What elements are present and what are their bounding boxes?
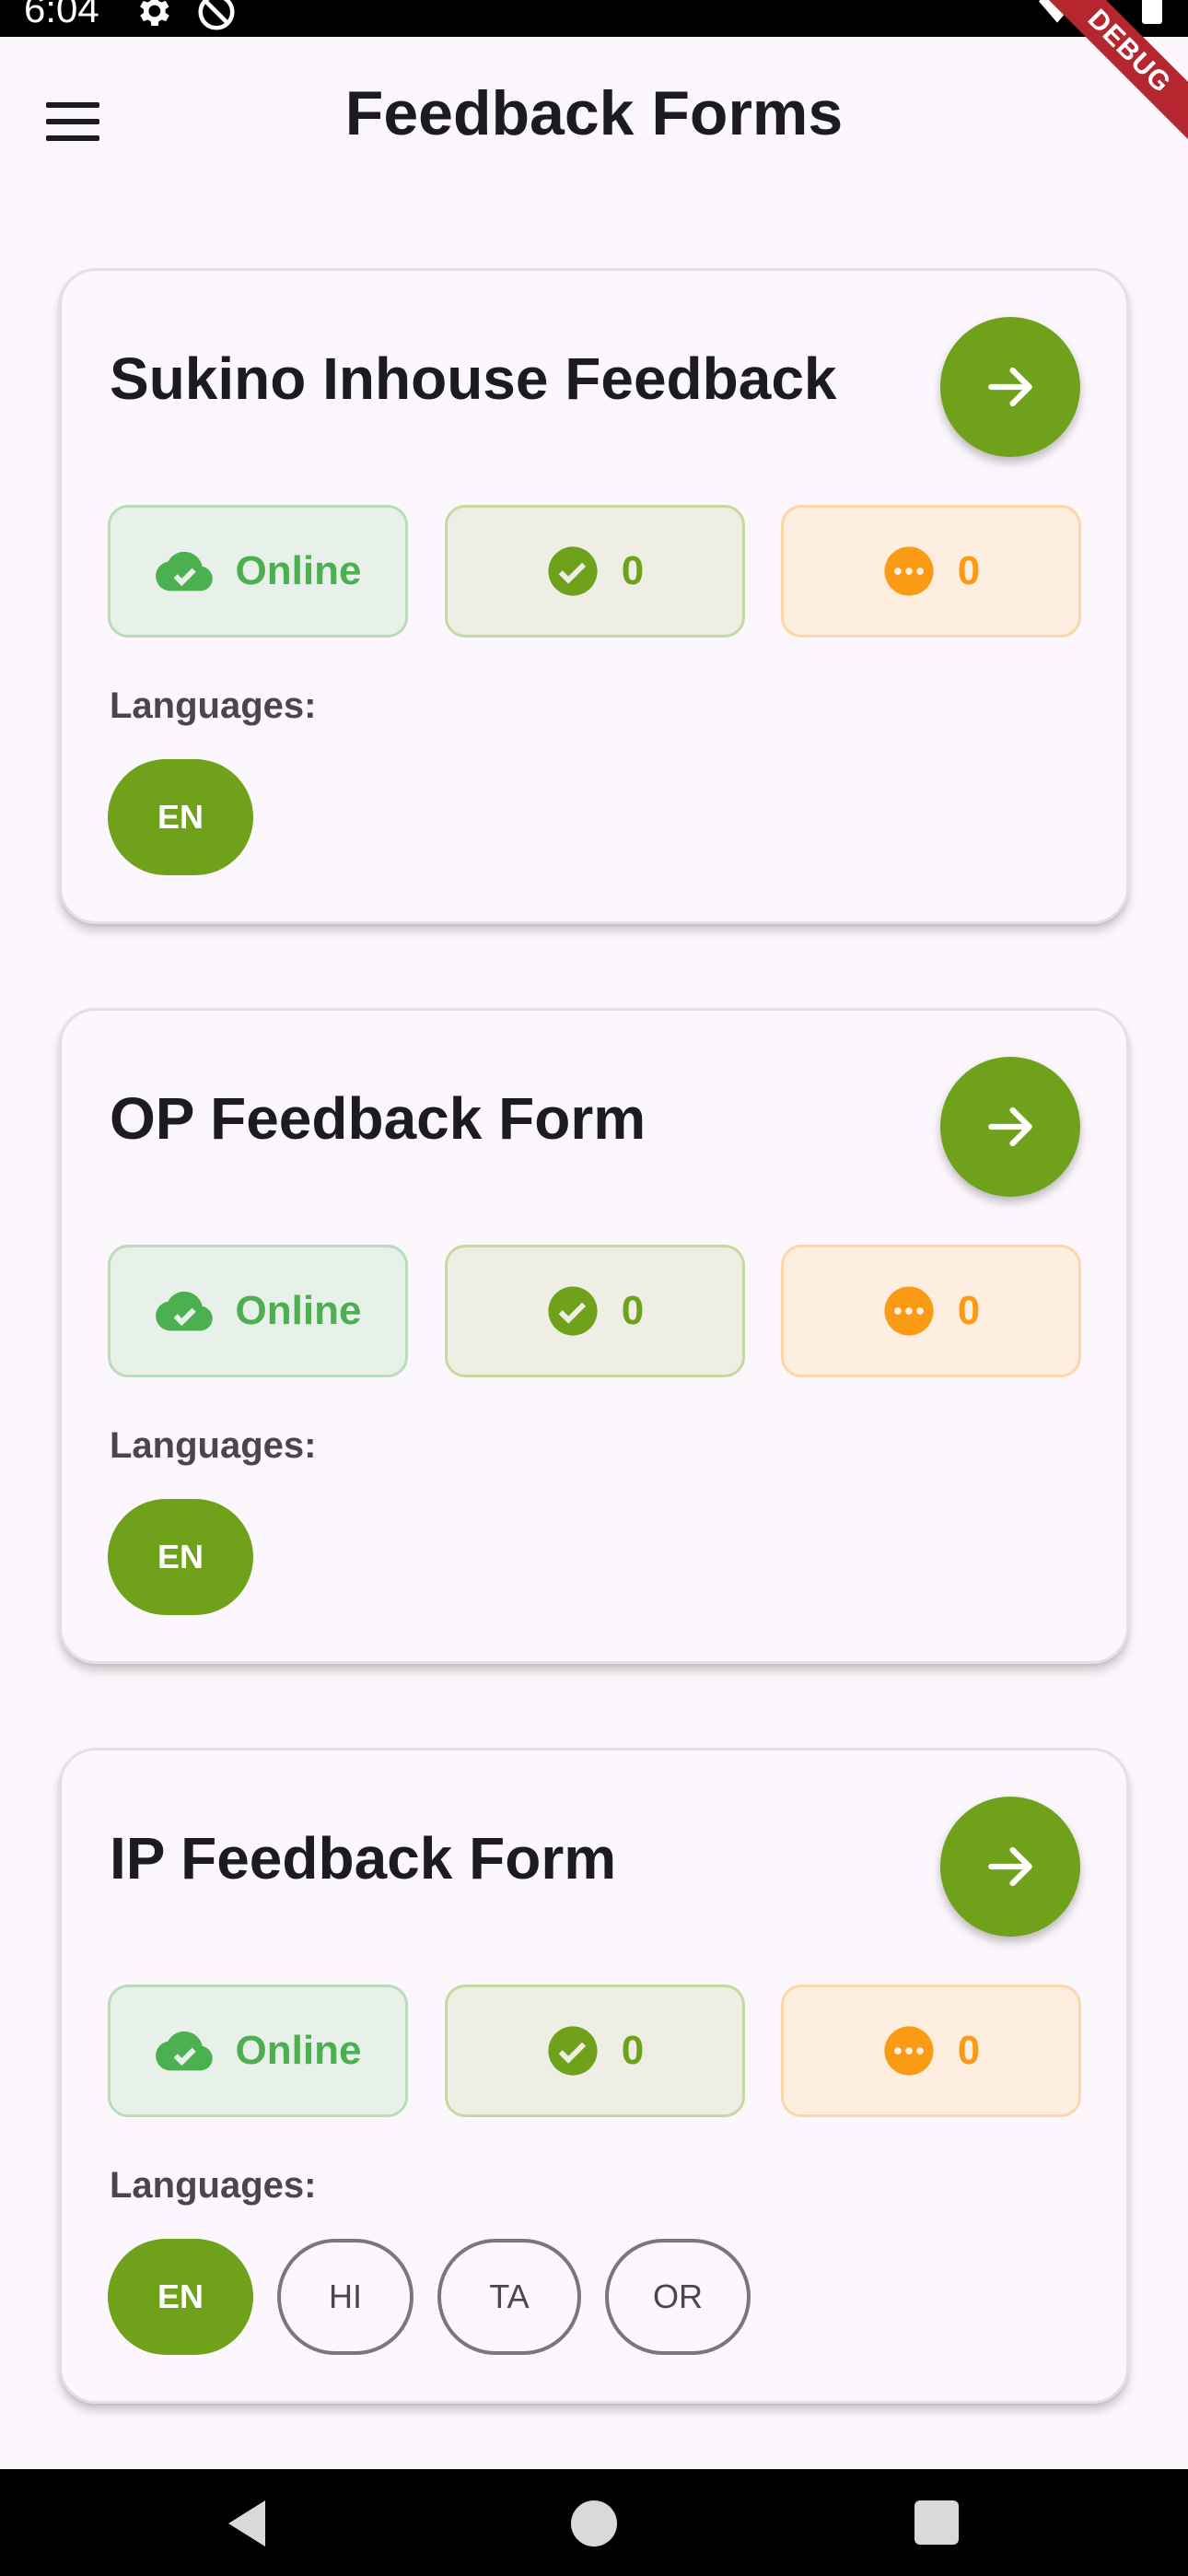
language-pill-en[interactable]: EN: [108, 2239, 253, 2355]
form-title: Sukino Inhouse Feedback: [110, 345, 837, 412]
arrow-right-icon: [988, 367, 1032, 407]
check-circle-icon: [548, 1286, 598, 1336]
arrow-right-icon: [988, 1107, 1032, 1147]
online-status-chip: Online: [108, 1985, 408, 2117]
languages-label: Languages:: [110, 685, 317, 726]
form-card-sukino-inhouse[interactable]: Sukino Inhouse Feedback Online 0 0 Langu…: [59, 268, 1129, 924]
gear-icon: [140, 0, 169, 26]
pending-count: 0: [957, 548, 981, 593]
online-status-chip: Online: [108, 1245, 408, 1377]
battery-icon: [1142, 0, 1162, 24]
system-nav-bar: [0, 2469, 1188, 2576]
language-pill-or[interactable]: OR: [605, 2239, 751, 2355]
check-circle-icon: [548, 546, 598, 596]
recents-icon[interactable]: [914, 2500, 959, 2545]
do-not-disturb-icon: [198, 0, 235, 30]
arrow-right-icon: [988, 1846, 1032, 1887]
online-status-label: Online: [235, 548, 362, 593]
language-pill-hi[interactable]: HI: [277, 2239, 413, 2355]
form-title: OP Feedback Form: [110, 1085, 646, 1152]
screen: 6:04 DEBUG Feedback Forms Sukino Inhouse…: [0, 0, 1188, 2576]
pending-count: 0: [957, 1288, 981, 1333]
status-chip-row: Online 0 0: [108, 505, 1084, 638]
page-title: Feedback Forms: [344, 78, 844, 148]
home-icon[interactable]: [571, 2500, 617, 2547]
open-form-button[interactable]: [940, 317, 1080, 457]
language-list: EN: [108, 759, 253, 875]
online-status-label: Online: [235, 2028, 362, 2073]
pending-dots-icon: [884, 2026, 934, 2076]
wifi-icon: [1039, 0, 1076, 23]
online-status-chip: Online: [108, 505, 408, 638]
app-bar: Feedback Forms: [0, 37, 1188, 199]
form-title: IP Feedback Form: [110, 1825, 617, 1891]
status-time: 6:04: [24, 0, 99, 30]
language-list: EN HI TA OR: [108, 2239, 751, 2355]
completed-count: 0: [621, 548, 645, 593]
pending-count-chip: 0: [781, 1985, 1081, 2117]
cloud-done-icon: [155, 2031, 213, 2071]
form-card-op-feedback[interactable]: OP Feedback Form Online 0 0 Languages: E…: [59, 1008, 1129, 1664]
check-circle-icon: [548, 2026, 598, 2076]
language-list: EN: [108, 1499, 253, 1615]
pending-count-chip: 0: [781, 505, 1081, 638]
completed-count-chip: 0: [445, 505, 745, 638]
online-status-label: Online: [235, 1288, 362, 1333]
cloud-done-icon: [155, 1291, 213, 1331]
cloud-done-icon: [155, 551, 213, 591]
completed-count: 0: [621, 2028, 645, 2073]
pending-dots-icon: [884, 546, 934, 596]
completed-count-chip: 0: [445, 1985, 745, 2117]
open-form-button[interactable]: [940, 1057, 1080, 1197]
status-chip-row: Online 0 0: [108, 1245, 1084, 1377]
open-form-button[interactable]: [940, 1797, 1080, 1937]
pending-dots-icon: [884, 1286, 934, 1336]
form-card-ip-feedback[interactable]: IP Feedback Form Online 0 0 Languages: E…: [59, 1748, 1129, 2404]
pending-count-chip: 0: [781, 1245, 1081, 1377]
status-bar: 6:04: [0, 0, 1188, 37]
status-chip-row: Online 0 0: [108, 1985, 1084, 2117]
completed-count: 0: [621, 1288, 645, 1333]
language-pill-en[interactable]: EN: [108, 1499, 253, 1615]
language-pill-en[interactable]: EN: [108, 759, 253, 875]
completed-count-chip: 0: [445, 1245, 745, 1377]
languages-label: Languages:: [110, 2165, 317, 2206]
back-icon[interactable]: [225, 2499, 269, 2548]
pending-count: 0: [957, 2028, 981, 2073]
languages-label: Languages:: [110, 1425, 317, 1466]
language-pill-ta[interactable]: TA: [437, 2239, 581, 2355]
